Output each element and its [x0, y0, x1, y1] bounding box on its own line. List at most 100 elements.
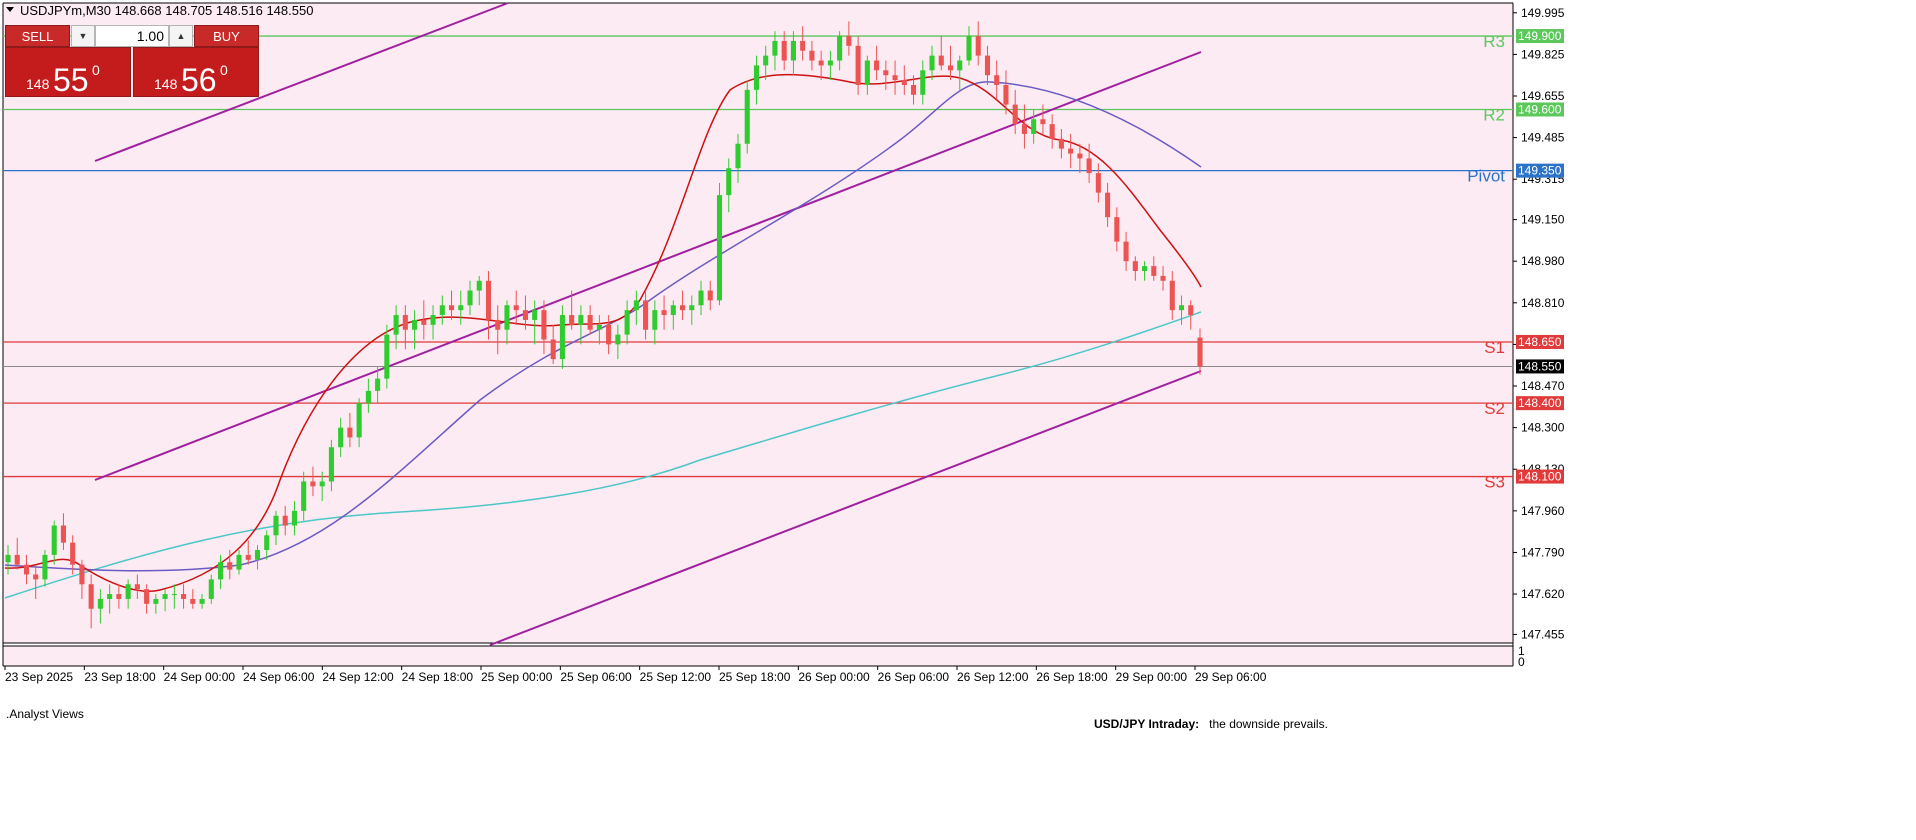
- price-chart[interactable]: R3R2PivotS1S2S3 149.995149.825149.655149…: [0, 0, 1916, 840]
- y-tick-label: 149.150: [1521, 213, 1565, 227]
- candle-body: [541, 310, 547, 340]
- candle-body: [1068, 148, 1074, 154]
- y-tick-label: 148.470: [1521, 379, 1565, 393]
- one-click-trade-panel: SELL ▼ ▲ BUY 148 55 0 148 56 0: [5, 25, 259, 99]
- candle-body: [393, 315, 399, 335]
- level-label-s1: S1: [1484, 338, 1505, 357]
- y-tick-label: 149.655: [1521, 89, 1565, 103]
- lot-size-input[interactable]: [95, 25, 169, 47]
- candle-body: [763, 55, 769, 66]
- candle-body: [735, 143, 741, 169]
- candle-body: [689, 305, 695, 311]
- candle-body: [1188, 305, 1194, 316]
- candle-body: [375, 378, 381, 391]
- sell-button[interactable]: SELL: [5, 25, 70, 47]
- candle-body: [716, 195, 723, 301]
- y-tick-label: 147.960: [1521, 504, 1565, 518]
- y-tick-label: 148.300: [1521, 421, 1565, 435]
- candle-body: [966, 36, 972, 61]
- candle-body: [356, 403, 362, 438]
- candle-body: [14, 554, 20, 565]
- candle-body: [726, 168, 732, 196]
- x-tick-label: 24 Sep 18:00: [402, 670, 474, 684]
- x-tick-label: 24 Sep 06:00: [243, 670, 315, 684]
- candle-body: [596, 324, 602, 330]
- candle-body: [947, 65, 954, 71]
- x-tick-label: 26 Sep 18:00: [1036, 670, 1108, 684]
- candle-body: [587, 315, 593, 330]
- level-label-r2: R2: [1483, 105, 1505, 124]
- candle-body: [181, 594, 187, 599]
- candle-body: [800, 40, 806, 51]
- y-tick-label: 147.620: [1521, 587, 1565, 601]
- analyst-note-title: USD/JPY Intraday:: [1094, 717, 1200, 731]
- candle-body: [504, 305, 510, 330]
- candle-body: [319, 481, 325, 487]
- candle-body: [144, 589, 150, 604]
- y-tick-label: 149.995: [1521, 6, 1565, 20]
- x-tick-label: 23 Sep 2025: [5, 670, 73, 684]
- candle-body: [430, 315, 436, 325]
- sell-price-box[interactable]: 148 55 0: [5, 47, 131, 98]
- candle-body: [1021, 124, 1027, 134]
- candle-body: [60, 525, 66, 543]
- y-tick-label: 148.810: [1521, 296, 1565, 310]
- candle-body: [901, 80, 907, 85]
- candle-body: [892, 75, 898, 81]
- candle-body: [680, 305, 686, 311]
- candle-body: [1077, 153, 1083, 159]
- y-tick-label: 147.455: [1521, 627, 1565, 641]
- candle-body: [661, 310, 667, 316]
- x-tick-label: 25 Sep 12:00: [640, 670, 712, 684]
- level-tag-text: 149.350: [1518, 164, 1562, 178]
- sell-price-pips: 55: [53, 62, 89, 98]
- analyst-note-text: the downside prevails.: [1209, 717, 1328, 731]
- x-tick-label: 26 Sep 06:00: [878, 670, 950, 684]
- candle-body: [1031, 119, 1037, 134]
- x-tick-label: 24 Sep 12:00: [322, 670, 394, 684]
- candle-body: [1160, 275, 1166, 281]
- candle-body: [42, 554, 48, 580]
- candle-body: [1151, 266, 1157, 276]
- lot-decrease-button[interactable]: ▼: [71, 25, 95, 47]
- candle-body: [818, 60, 824, 66]
- y-tick-label: 148.980: [1521, 254, 1565, 268]
- analyst-note: USD/JPY Intraday: the downside prevails.: [1094, 717, 1328, 731]
- candle-body: [1105, 192, 1111, 218]
- y-tick-label: 149.485: [1521, 131, 1565, 145]
- buy-price-pips: 56: [181, 62, 217, 98]
- candle-body: [107, 594, 113, 599]
- candle-body: [467, 290, 473, 306]
- candle-body: [458, 305, 464, 311]
- candle-body: [781, 40, 787, 61]
- candle-body: [606, 324, 612, 345]
- candle-body: [190, 598, 196, 604]
- candle-body: [975, 36, 981, 56]
- candle-body: [254, 549, 261, 560]
- candle-body: [809, 50, 815, 61]
- candle-body: [264, 535, 270, 550]
- candle-body: [171, 594, 177, 596]
- level-tag-text: 149.900: [1518, 29, 1562, 43]
- candle-body: [199, 598, 205, 604]
- level-label-pivot: Pivot: [1467, 167, 1505, 186]
- indicator-scale-bottom: 0: [1518, 655, 1525, 669]
- candle-body: [1049, 124, 1055, 139]
- candle-body: [448, 305, 455, 311]
- x-tick-label: 24 Sep 00:00: [164, 670, 236, 684]
- current-price-tag-text: 148.550: [1518, 359, 1562, 373]
- buy-price-box[interactable]: 148 56 0: [133, 47, 259, 98]
- candle-body: [227, 562, 233, 570]
- candle-body: [615, 334, 621, 345]
- candle-body: [1086, 158, 1092, 174]
- candle-body: [1003, 84, 1009, 105]
- lot-increase-button[interactable]: ▲: [169, 25, 193, 47]
- candle-body: [301, 481, 307, 511]
- candle-body: [23, 564, 30, 575]
- candle-body: [938, 55, 944, 66]
- buy-button[interactable]: BUY: [194, 25, 259, 47]
- candle-body: [217, 562, 224, 580]
- candle-body: [513, 305, 519, 311]
- candle-body: [70, 542, 76, 565]
- candle-body: [707, 290, 713, 301]
